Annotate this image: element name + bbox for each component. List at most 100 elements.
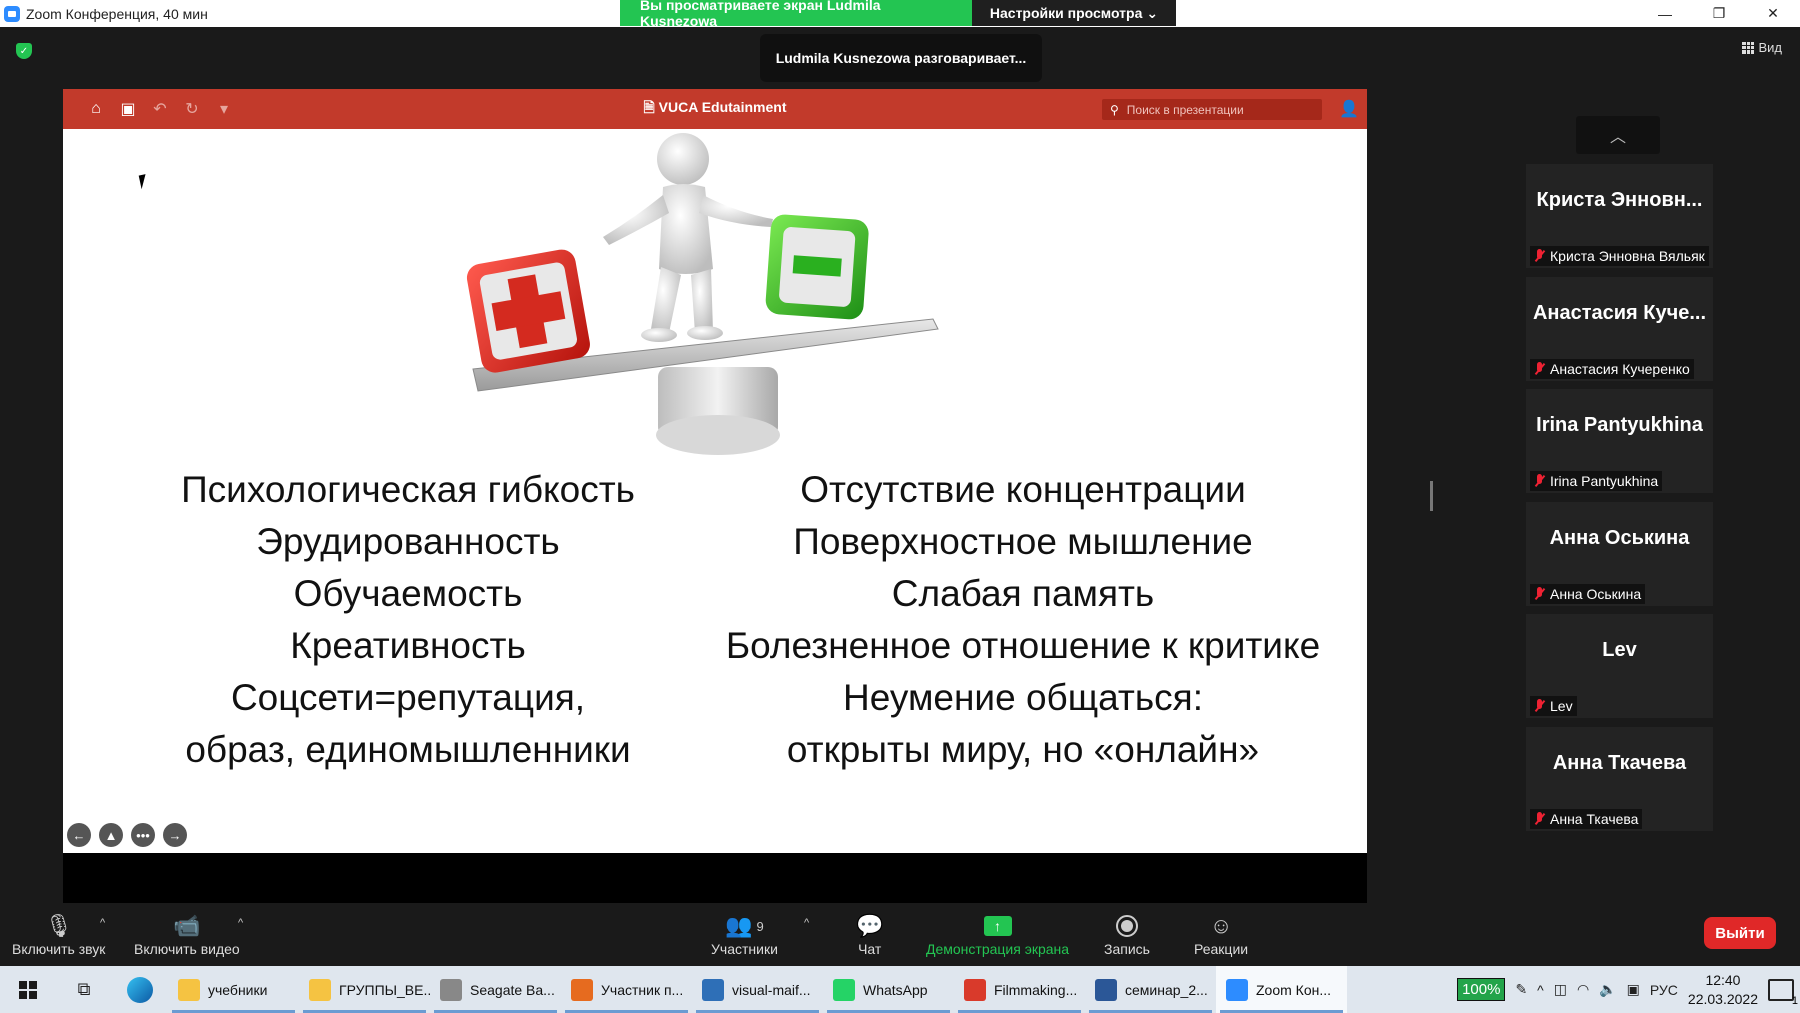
positive-trait: Обучаемость <box>293 573 523 614</box>
reactions-label: Реакции <box>1194 941 1249 957</box>
close-button[interactable]: ✕ <box>1746 0 1800 27</box>
pdf-icon <box>964 978 986 1001</box>
participants-options-caret[interactable]: ^ <box>804 917 809 929</box>
wifi-icon[interactable]: ◠ <box>1577 981 1589 998</box>
participant-display-name: Криста Энновн... <box>1536 189 1703 211</box>
view-button[interactable]: Вид <box>1742 40 1782 55</box>
pen-icon[interactable]: ✎ <box>1515 981 1527 998</box>
presentation-search-input[interactable] <box>1126 102 1307 117</box>
taskbar-app-button[interactable]: Zoom Кон... <box>1216 966 1347 1013</box>
redo-icon[interactable]: ↻ <box>183 99 201 119</box>
participant-name: Анна Ткачева <box>1550 810 1639 827</box>
participant-tile[interactable]: Irina Pantyukhina Irina Pantyukhina <box>1526 389 1713 493</box>
share-screen-button[interactable]: ↑ Демонстрация экрана <box>926 911 1069 957</box>
taskbar-app-button[interactable]: Участник п... <box>561 966 692 1013</box>
security-shield-icon[interactable]: ✓ <box>16 43 32 59</box>
unmute-button[interactable]: 🎙 Включить звук <box>12 911 105 957</box>
notification-center-icon[interactable]: 1 <box>1768 978 1798 1007</box>
participant-gallery: Криста Энновн... Криста Энновна Вяльяк А… <box>1526 164 1713 839</box>
audio-options-caret[interactable]: ^ <box>100 917 105 929</box>
window-controls: ― ❐ ✕ <box>1638 0 1800 27</box>
reactions-icon: ☺ <box>1209 913 1233 938</box>
participant-tile[interactable]: Анастасия Куче... Анастасия Кучеренко <box>1526 276 1713 381</box>
participant-name-label: Анастасия Кучеренко <box>1530 358 1694 379</box>
negative-trait: Отсутствие концентрации <box>800 469 1246 510</box>
taskbar-app-button[interactable]: visual-maif... <box>692 966 823 1013</box>
clock-date: 22.03.2022 <box>1687 990 1758 1007</box>
participant-name: Irina Pantyukhina <box>1550 473 1659 489</box>
start-video-button[interactable]: 📹 Включить видео <box>134 911 240 957</box>
record-button[interactable]: Запись <box>1104 911 1150 957</box>
tray-expand-icon[interactable]: ^ <box>1537 982 1544 998</box>
taskbar-app-button[interactable]: Filmmaking... <box>954 966 1085 1013</box>
view-settings-button[interactable]: Настройки просмотра ⌄ <box>972 0 1176 26</box>
word-icon <box>1095 978 1117 1001</box>
previous-slide-icon[interactable]: ← <box>67 823 91 847</box>
positive-trait: Соцсети=репутация, <box>230 677 586 718</box>
participant-tile[interactable]: Анна Оськина Анна Оськина <box>1526 501 1713 606</box>
taskbar-app-label: WhatsApp <box>863 981 928 998</box>
battery-indicator[interactable]: 100% <box>1457 978 1506 1001</box>
share-user-icon[interactable]: 👤 <box>1339 99 1359 118</box>
participant-name-label: Анна Оськина <box>1530 583 1646 604</box>
unmute-label: Включить звук <box>12 941 106 957</box>
panel-resize-handle[interactable] <box>1430 481 1433 511</box>
grid-icon <box>1742 41 1755 54</box>
presentation-search[interactable]: ⚲ <box>1102 99 1322 120</box>
drive-icon <box>440 978 462 1001</box>
network-icon[interactable]: ◫ <box>1554 981 1567 998</box>
start-button[interactable] <box>0 966 56 1013</box>
taskbar-app-label: Участник п... <box>601 981 684 998</box>
edge-browser-button[interactable] <box>112 966 168 1013</box>
customize-toolbar-icon[interactable]: ▾ <box>215 99 233 119</box>
view-label: Вид <box>1758 40 1782 55</box>
chat-button[interactable]: 💬 Чат <box>856 911 883 957</box>
video-options-caret[interactable]: ^ <box>238 917 243 929</box>
taskbar-app-button[interactable]: семинар_2... <box>1085 966 1216 1013</box>
quick-access-tools: ⌂ ▣ ↶ ↻ ▾ <box>87 99 233 119</box>
notification-count: 1 <box>1791 994 1798 1007</box>
reactions-button[interactable]: ☺ Реакции <box>1194 911 1248 957</box>
minimize-button[interactable]: ― <box>1638 0 1692 27</box>
chevron-down-icon: ⌄ <box>1146 4 1159 21</box>
taskbar-app-button[interactable]: учебники <box>168 966 299 1013</box>
save-icon[interactable]: ▣ <box>119 99 137 119</box>
taskbar-app-button[interactable]: Seagate Ba... <box>430 966 561 1013</box>
participants-count: 9 <box>756 918 764 934</box>
participant-tile[interactable]: Криста Энновн... Криста Энновна Вяльяк <box>1526 164 1713 268</box>
leave-button[interactable]: Выйти <box>1704 917 1776 949</box>
restore-button[interactable]: ❐ <box>1692 0 1746 27</box>
participant-display-name: Lev <box>1602 639 1637 661</box>
positive-trait: Креативность <box>290 625 526 666</box>
taskbar-app-button[interactable]: WhatsApp <box>823 966 954 1013</box>
taskbar-app-label: Seagate Ba... <box>470 981 555 998</box>
gallery-scroll-up-button[interactable]: ︿ <box>1576 116 1660 154</box>
negative-trait: Слабая память <box>891 573 1155 614</box>
next-slide-icon[interactable]: → <box>163 823 187 847</box>
clock[interactable]: 12:40 22.03.2022 <box>1688 971 1758 1009</box>
participant-tile[interactable]: Lev Lev <box>1526 614 1713 718</box>
taskbar-app-label: учебники <box>208 981 268 998</box>
more-options-icon[interactable]: ••• <box>131 823 155 847</box>
windows-taskbar: ⧉ учебники ГРУППЫ_ВЕ... Seagate Ba... Участ… <box>0 966 1800 1013</box>
shared-screen: 🗎 VUCA Edutainment ⌂ ▣ ↶ ↻ ▾ ⚲ 👤 <box>63 89 1367 903</box>
volume-icon[interactable]: 🔈 <box>1599 981 1616 998</box>
taskbar-app-button[interactable]: ГРУППЫ_ВЕ... <box>299 966 430 1013</box>
participant-name-label: Irina Pantyukhina <box>1530 471 1663 491</box>
participant-tile[interactable]: Анна Ткачева Анна Ткачева <box>1526 726 1713 831</box>
participant-name-label: Криста Энновна Вяльяк <box>1530 246 1709 266</box>
display-icon[interactable]: ▣ <box>1627 981 1640 998</box>
chat-label: Чат <box>858 941 882 957</box>
task-view-icon[interactable]: ⧉ <box>56 966 112 1013</box>
pen-tool-icon[interactable]: ▲ <box>99 823 123 847</box>
language-indicator[interactable]: РУС <box>1650 982 1678 998</box>
negative-trait: Неумение общаться: <box>843 677 1203 718</box>
taskbar-app-label: семинар_2... <box>1125 981 1208 998</box>
participants-button[interactable]: 👥 9 Участники <box>711 911 778 957</box>
whatsapp-icon <box>833 978 855 1001</box>
viewing-banner: Вы просматриваете экран Ludmila Kusnezow… <box>620 0 1176 29</box>
home-icon[interactable]: ⌂ <box>87 100 105 118</box>
positive-traits-list: Психологическая гибкость Эрудированность… <box>83 464 733 776</box>
talking-indicator: Ludmila Kusnezowa разговаривает... <box>760 34 1042 82</box>
undo-icon[interactable]: ↶ <box>151 99 169 119</box>
